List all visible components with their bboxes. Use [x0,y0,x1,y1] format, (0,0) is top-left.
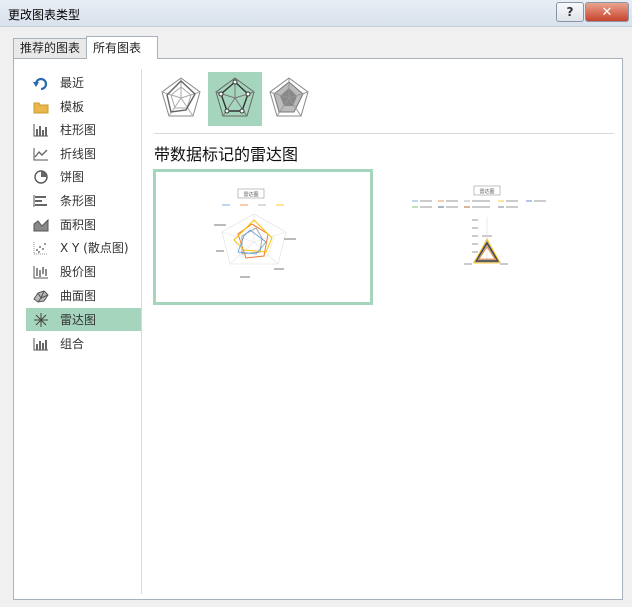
category-recent[interactable]: 最近 [26,71,142,94]
undo-icon [32,75,50,91]
category-label: 面积图 [60,218,97,232]
subtype-filled-radar[interactable] [262,72,316,126]
pie-chart-icon [32,169,50,185]
category-line[interactable]: 折线图 [26,142,142,165]
tab-all-charts[interactable]: 所有图表 [86,36,158,59]
radar-markers-subtype-icon [213,76,257,123]
preview-radar-by-category[interactable]: 雷达图 [382,169,596,299]
category-label: 曲面图 [60,289,97,303]
combo-chart-icon [32,336,50,352]
preview-chart-title: 雷达图 [479,188,494,195]
category-label: 折线图 [60,147,97,161]
category-label: 股价图 [60,265,97,279]
category-label: 柱形图 [60,123,97,137]
stock-chart-icon [32,264,50,280]
close-button[interactable]: ✕ [585,2,629,22]
bar-chart-icon [32,193,50,209]
chart-panel: 最近 模板 柱形图 折线图 饼图 条形图 面积图 X Y (散点图) 股价图 曲… [13,58,623,600]
category-scatter[interactable]: X Y (散点图) [26,236,142,259]
filled-radar-subtype-icon [267,76,311,123]
radar-chart-icon [32,312,50,328]
category-templates[interactable]: 模板 [26,95,142,118]
radar-preview-chart: 雷达图 [214,188,296,278]
sidebar-divider [141,69,142,594]
subtype-divider [154,133,614,134]
category-combo[interactable]: 组合 [26,332,142,355]
area-chart-icon [32,217,50,233]
category-column[interactable]: 柱形图 [26,118,142,141]
radar-subtype-icon [159,76,203,123]
column-chart-icon [32,122,50,138]
category-bar[interactable]: 条形图 [26,189,142,212]
category-stock[interactable]: 股价图 [26,260,142,283]
category-label: 组合 [60,337,85,351]
preview-radar-by-series[interactable]: 雷达图 [153,169,373,305]
tab-recommended[interactable]: 推荐的图表 [13,38,91,58]
category-label: 条形图 [60,194,97,208]
category-label: 模板 [60,100,85,114]
category-label: 最近 [60,76,85,90]
category-label: 雷达图 [60,313,97,327]
category-pie[interactable]: 饼图 [26,165,142,188]
help-button[interactable]: ? [556,2,584,22]
line-chart-icon [32,146,50,162]
scatter-chart-icon [32,240,50,256]
surface-chart-icon [32,288,50,304]
category-area[interactable]: 面积图 [26,213,142,236]
category-radar[interactable]: 雷达图 [26,308,142,331]
radar-preview-chart-alt: 雷达图 [412,185,546,265]
window-title: 更改图表类型 [8,8,81,22]
title-bar: 更改图表类型 ? ✕ [0,0,632,27]
subtype-heading: 带数据标记的雷达图 [154,145,299,164]
category-surface[interactable]: 曲面图 [26,284,142,307]
category-label: X Y (散点图) [60,241,129,255]
category-label: 饼图 [60,170,85,184]
category-sidebar: 最近 模板 柱形图 折线图 饼图 条形图 面积图 X Y (散点图) 股价图 曲… [14,59,142,599]
folder-icon [32,99,50,115]
subtype-radar[interactable] [154,72,208,126]
preview-chart-title: 雷达图 [243,191,258,198]
subtype-radar-with-markers[interactable] [208,72,262,126]
